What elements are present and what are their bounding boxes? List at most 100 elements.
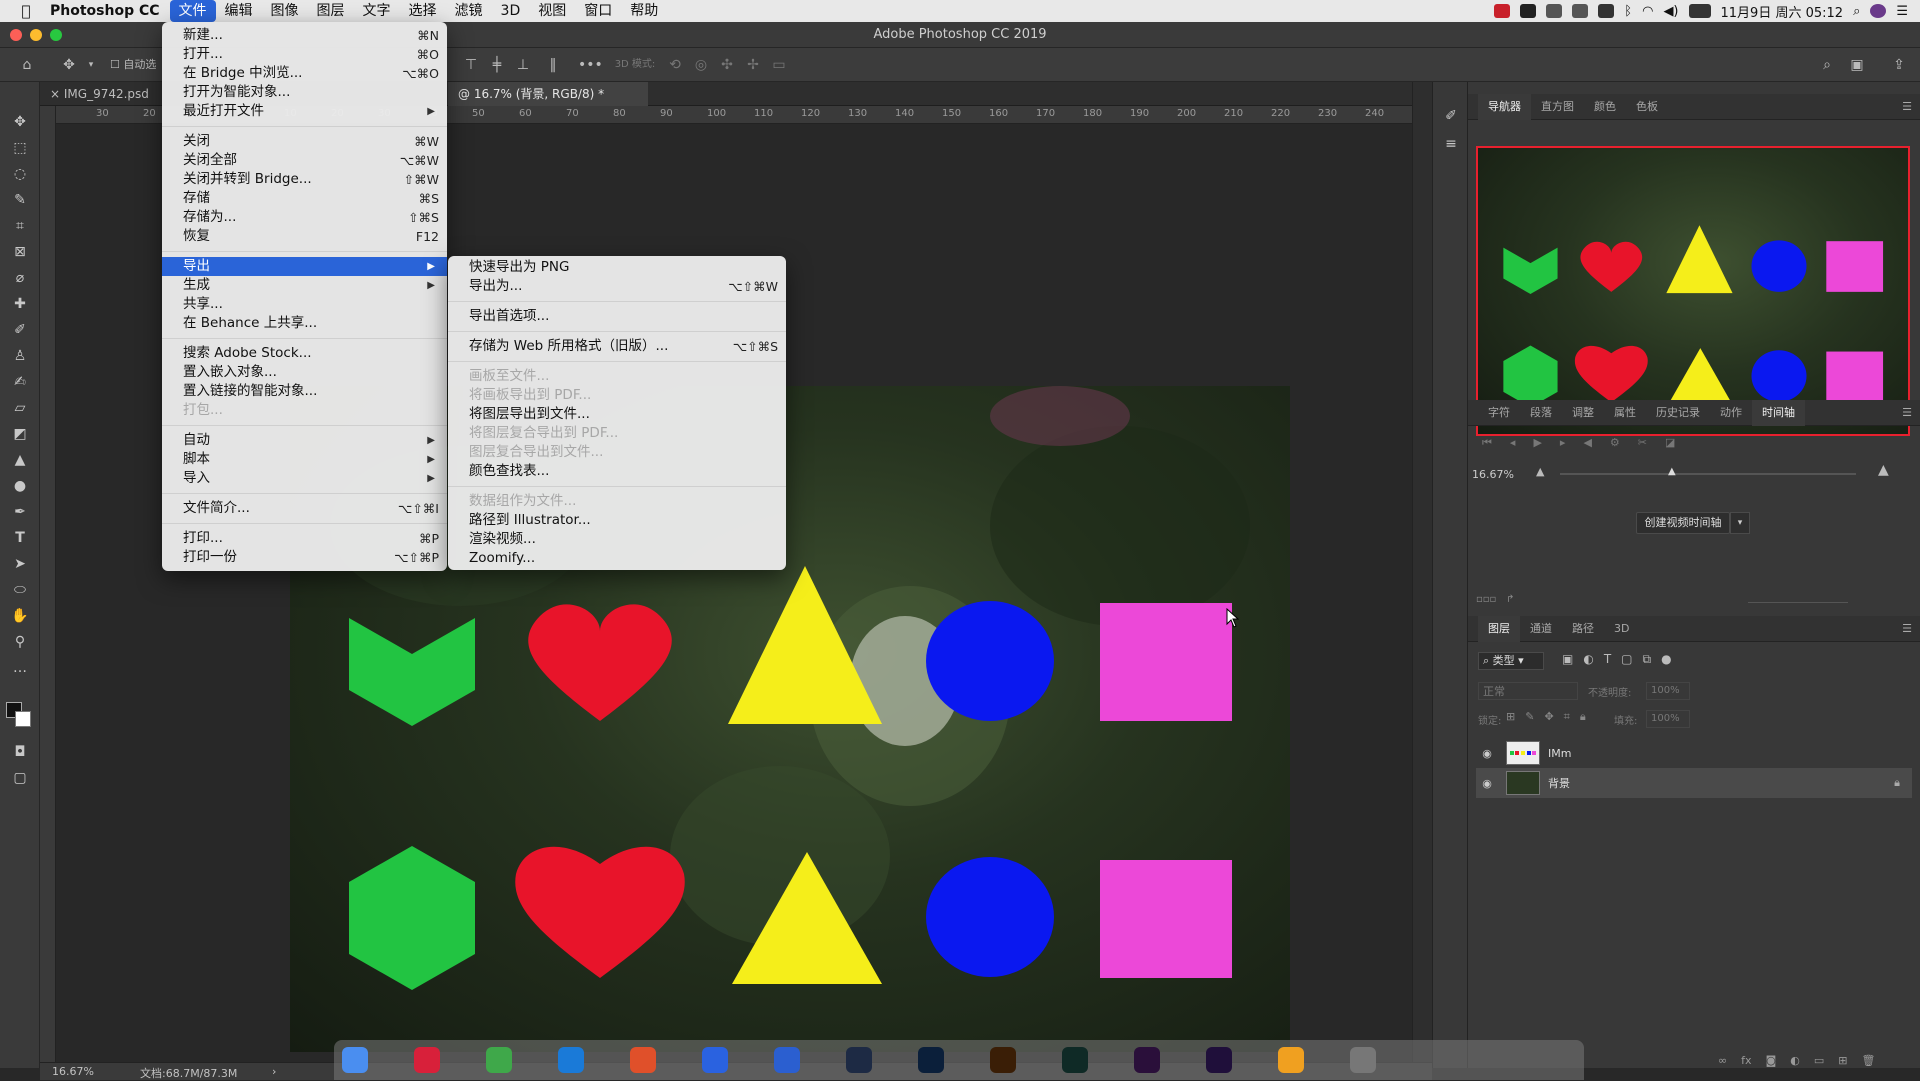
dock-ai-icon[interactable] <box>990 1047 1016 1073</box>
tab-layers[interactable]: 图层 <box>1478 615 1520 642</box>
tab-channels[interactable]: 通道 <box>1520 616 1562 642</box>
dock-sketch-icon[interactable] <box>1278 1047 1304 1073</box>
panel-menu-icon[interactable]: ☰ <box>1902 100 1912 113</box>
lock-artboard-icon[interactable]: ⌗ <box>1564 710 1570 724</box>
move-tool-icon[interactable]: ✥ <box>60 56 78 74</box>
more-tools-icon[interactable]: … <box>10 658 30 678</box>
export-menu-item-5[interactable]: 存储为 Web 所用格式（旧版）... ⌥⇧⌘S <box>448 337 786 356</box>
tab-histogram[interactable]: 直方图 <box>1531 94 1584 120</box>
transition-icon[interactable]: ◪ <box>1665 436 1675 450</box>
tab-character[interactable]: 字符 <box>1478 400 1520 426</box>
home-icon[interactable]: ⌂ <box>18 56 36 74</box>
spotlight-icon[interactable]: ⌕ <box>1853 4 1860 19</box>
healing-brush-icon[interactable]: ✚ <box>10 294 30 314</box>
menu-file[interactable]: 文件 <box>169 0 216 22</box>
file-menu-item-30[interactable]: 打印一份 ⌥⇧⌘P <box>162 548 447 567</box>
wechat-icon[interactable] <box>1572 4 1589 18</box>
workspace-icon[interactable]: ▣ <box>1848 56 1866 74</box>
file-menu-item-9[interactable]: 存储 ⌘S <box>162 189 447 208</box>
export-menu-item-9[interactable]: 将图层导出到文件... <box>448 405 786 424</box>
tool-preset-dropdown[interactable]: ▾ <box>82 56 100 74</box>
hand-icon[interactable]: ✋ <box>10 606 30 626</box>
brush-icon[interactable]: ✐ <box>10 320 30 340</box>
eye-icon[interactable]: ◉ <box>1476 747 1498 760</box>
layer-row-background[interactable]: ◉ 背景 🔒︎ <box>1476 768 1912 798</box>
lock-pixels-icon[interactable]: ✎ <box>1525 710 1534 724</box>
file-menu-item-7[interactable]: 关闭全部 ⌥⌘W <box>162 151 447 170</box>
tab-paragraph[interactable]: 段落 <box>1520 400 1562 426</box>
file-menu-item-16[interactable]: 在 Behance 上共享... <box>162 314 447 333</box>
export-menu-item-3[interactable]: 导出首选项... <box>448 307 786 326</box>
dock-opera-icon[interactable] <box>414 1047 440 1073</box>
file-menu-item-24[interactable]: 脚本 ▶ <box>162 450 447 469</box>
status-arrow-icon[interactable]: › <box>272 1065 276 1078</box>
eye-icon[interactable]: ◉ <box>1476 777 1498 790</box>
export-menu-item-17[interactable]: Zoomify... <box>448 549 786 568</box>
dock-chrome-icon[interactable] <box>486 1047 512 1073</box>
new-adjustment-icon[interactable]: ◐ <box>1790 1054 1800 1067</box>
tab-timeline[interactable]: 时间轴 <box>1752 399 1805 426</box>
lock-position-icon[interactable]: ✥ <box>1544 710 1553 724</box>
first-frame-icon[interactable]: ⏮ <box>1482 436 1492 450</box>
export-menu-item-16[interactable]: 渲染视频... <box>448 530 786 549</box>
ruler-vertical[interactable] <box>40 106 56 1068</box>
shape-icon[interactable]: ⬭ <box>10 580 30 600</box>
file-menu-item-29[interactable]: 打印... ⌘P <box>162 529 447 548</box>
menu-filter[interactable]: 滤镜 <box>446 0 492 22</box>
dock-safari-icon[interactable] <box>558 1047 584 1073</box>
file-menu-item-3[interactable]: 打开为智能对象... <box>162 83 447 102</box>
history-brush-icon[interactable]: ✍ <box>10 372 30 392</box>
export-menu-item-0[interactable]: 快速导出为 PNG <box>448 258 786 277</box>
file-menu-item-23[interactable]: 自动 ▶ <box>162 431 447 450</box>
tab-actions[interactable]: 动作 <box>1710 400 1752 426</box>
dock-finder-icon[interactable] <box>342 1047 368 1073</box>
file-menu-item-18[interactable]: 搜索 Adobe Stock... <box>162 344 447 363</box>
export-menu-item-1[interactable]: 导出为... ⌥⇧⌘W <box>448 277 786 296</box>
adjustment-filter-icon[interactable]: ◐ <box>1583 652 1593 667</box>
3d-roll-icon[interactable]: ◎ <box>692 56 710 74</box>
smart-object-filter-icon[interactable]: ⧉ <box>1643 652 1652 667</box>
delete-layer-icon[interactable]: 🗑︎ <box>1861 1054 1875 1067</box>
eyedropper-icon[interactable]: ⌀ <box>10 268 30 288</box>
status-zoom[interactable]: 16.67% <box>52 1065 94 1078</box>
panel-collapse-strip[interactable] <box>1412 82 1432 1068</box>
file-menu-item-15[interactable]: 共享... <box>162 295 447 314</box>
menu-view[interactable]: 视图 <box>529 0 575 22</box>
wifi-icon[interactable]: ◠ <box>1642 4 1653 19</box>
doc-tab-active[interactable]: @ 16.7% (背景, RGB/8) * <box>448 82 648 106</box>
blur-icon[interactable]: ▲ <box>10 450 30 470</box>
apple-icon[interactable]:  <box>12 2 40 20</box>
file-menu-item-20[interactable]: 置入链接的智能对象... <box>162 382 447 401</box>
clock[interactable]: 11月9日 周六 05:12 <box>1721 2 1844 21</box>
zoom-out-icon[interactable]: ▲ <box>1536 465 1544 478</box>
file-menu-item-11[interactable]: 恢复 F12 <box>162 227 447 246</box>
file-menu-item-10[interactable]: 存储为... ⇧⌘S <box>162 208 447 227</box>
auto-select-checkbox[interactable]: ☐ 自动选 <box>110 56 170 74</box>
dodge-icon[interactable]: ● <box>10 476 30 496</box>
file-menu-item-25[interactable]: 导入 ▶ <box>162 469 447 488</box>
navigator-zoom[interactable]: 16.67% <box>1472 468 1514 481</box>
timeline-zoom-slider[interactable] <box>1748 602 1848 603</box>
volume-icon[interactable]: ◀) <box>1663 4 1678 19</box>
creative-cloud-icon[interactable] <box>1546 4 1563 18</box>
filter-toggle-icon[interactable]: ● <box>1661 652 1671 667</box>
tab-history[interactable]: 历史记录 <box>1646 400 1710 426</box>
frames-icon[interactable]: ▫▫▫ <box>1476 594 1496 605</box>
dock-ps-icon[interactable] <box>918 1047 944 1073</box>
convert-icon[interactable]: ↱ <box>1506 594 1514 605</box>
menu-select[interactable]: 选择 <box>400 0 446 22</box>
settings-icon[interactable]: ⚙ <box>1610 436 1620 450</box>
file-menu-item-2[interactable]: 在 Bridge 中浏览... ⌥⌘O <box>162 64 447 83</box>
create-video-timeline-button[interactable]: 创建视频时间轴 <box>1636 512 1730 534</box>
tab-navigator[interactable]: 导航器 <box>1478 93 1531 120</box>
tab-color[interactable]: 颜色 <box>1584 94 1626 120</box>
fx-icon[interactable]: fx <box>1741 1054 1751 1067</box>
paint-bucket-icon[interactable]: ◩ <box>10 424 30 444</box>
menu-window[interactable]: 窗口 <box>575 0 621 22</box>
align-top-icon[interactable]: ⊤ <box>462 56 480 74</box>
status-app-icon[interactable] <box>1494 4 1511 18</box>
timeline-dropdown[interactable]: ▾ <box>1730 512 1750 534</box>
file-menu-item-19[interactable]: 置入嵌入对象... <box>162 363 447 382</box>
opacity-field[interactable]: 100% <box>1646 682 1690 700</box>
file-menu-item-14[interactable]: 生成 ▶ <box>162 276 447 295</box>
